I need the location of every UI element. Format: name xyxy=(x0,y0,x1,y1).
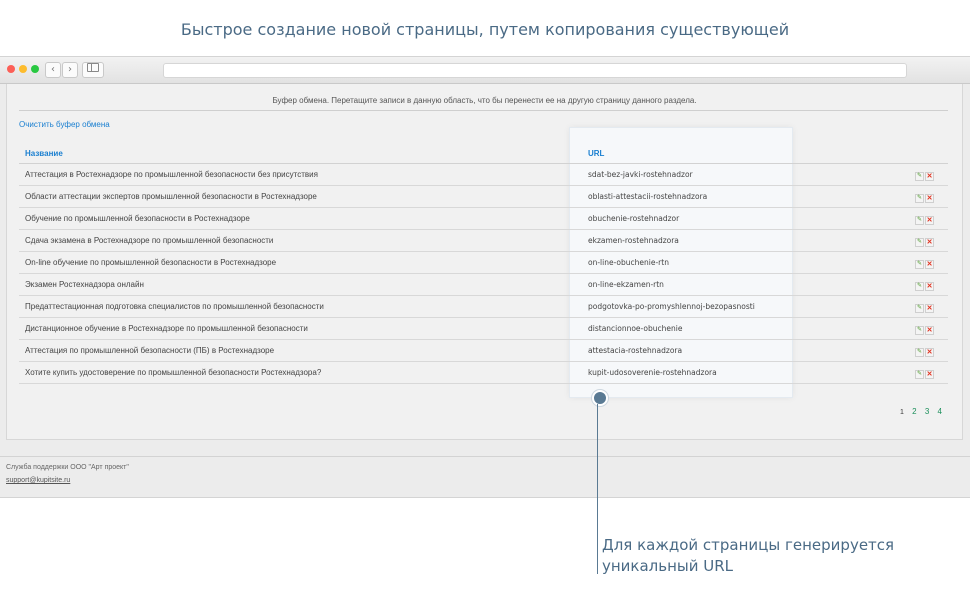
pagination: 1 2 3 4 xyxy=(894,407,942,416)
page-url: on-line-obuchenie-rtn xyxy=(588,258,669,267)
page-url: on-line-ekzamen-rtn xyxy=(588,280,664,289)
browser-window: ‹ › Буфер обмена. Перетащите записи в да… xyxy=(0,56,970,498)
page-link[interactable]: 4 xyxy=(938,407,942,416)
delete-icon[interactable]: ✕ xyxy=(925,194,934,203)
page-name: Хотите купить удостоверение по промышлен… xyxy=(25,368,322,377)
table-row[interactable]: Дистанционное обучение в Ростехнадзоре п… xyxy=(19,318,948,340)
page-name: Экзамен Ростехнадзора онлайн xyxy=(25,280,144,289)
address-bar[interactable] xyxy=(163,63,907,78)
page-url: attestacia-rostehnadzora xyxy=(588,346,683,355)
table-row[interactable]: Обучение по промышленной безопасности в … xyxy=(19,208,948,230)
edit-icon[interactable]: ✎ xyxy=(915,304,924,313)
page-name: Сдача экзамена в Ростехнадзоре по промыш… xyxy=(25,236,274,245)
edit-icon[interactable]: ✎ xyxy=(915,194,924,203)
chevron-right-icon: › xyxy=(68,64,72,75)
delete-icon[interactable]: ✕ xyxy=(925,282,934,291)
edit-icon[interactable]: ✎ xyxy=(915,326,924,335)
page-link[interactable]: 3 xyxy=(925,407,929,416)
column-header-url[interactable]: URL xyxy=(588,149,604,158)
delete-icon[interactable]: ✕ xyxy=(925,260,934,269)
close-window-button[interactable] xyxy=(7,65,15,73)
edit-icon[interactable]: ✎ xyxy=(915,172,924,181)
footer-support-text: Служба поддержки ООО "Арт проект" xyxy=(6,464,129,471)
page-name: Аттестация по промышленной безопасности … xyxy=(25,346,275,355)
delete-icon[interactable]: ✕ xyxy=(925,370,934,379)
clear-clipboard-link[interactable]: Очистить буфер обмена xyxy=(19,120,110,129)
edit-icon[interactable]: ✎ xyxy=(915,238,924,247)
delete-icon[interactable]: ✕ xyxy=(925,304,934,313)
table-row[interactable]: Предаттестационная подготовка специалист… xyxy=(19,296,948,318)
forward-button[interactable]: › xyxy=(62,62,78,78)
chevron-left-icon: ‹ xyxy=(51,64,55,75)
callout-caption: Для каждой страницы генерируется уникаль… xyxy=(602,536,895,575)
callout-marker xyxy=(592,390,608,406)
page-link[interactable]: 2 xyxy=(912,407,916,416)
back-button[interactable]: ‹ xyxy=(45,62,61,78)
footer-divider xyxy=(0,456,970,457)
page-name: Дистанционное обучение в Ростехнадзоре п… xyxy=(25,324,308,333)
page-url: distancionnoe-obuchenie xyxy=(588,324,683,333)
delete-icon[interactable]: ✕ xyxy=(925,216,934,225)
delete-icon[interactable]: ✕ xyxy=(925,238,934,247)
content-panel: Буфер обмена. Перетащите записи в данную… xyxy=(6,84,963,440)
edit-icon[interactable]: ✎ xyxy=(915,216,924,225)
delete-icon[interactable]: ✕ xyxy=(925,348,934,357)
page-url: sdat-bez-javki-rostehnadzor xyxy=(588,170,693,179)
delete-icon[interactable]: ✕ xyxy=(925,326,934,335)
page-url: kupit-udosoverenie-rostehnadzora xyxy=(588,368,717,377)
page-title: Быстрое создание новой страницы, путем к… xyxy=(180,20,790,39)
edit-icon[interactable]: ✎ xyxy=(915,370,924,379)
callout-connector xyxy=(597,404,598,574)
page-url: oblasti-attestacii-rostehnadzora xyxy=(588,192,708,201)
edit-icon[interactable]: ✎ xyxy=(915,348,924,357)
table-row[interactable]: Аттестация по промышленной безопасности … xyxy=(19,340,948,362)
edit-icon[interactable]: ✎ xyxy=(915,260,924,269)
page-link-current: 1 xyxy=(900,409,904,416)
edit-icon[interactable]: ✎ xyxy=(915,282,924,291)
divider xyxy=(19,110,948,111)
page-name: Аттестация в Ростехнадзоре по промышленн… xyxy=(25,170,318,179)
table-row[interactable]: Аттестация в Ростехнадзоре по промышленн… xyxy=(19,164,948,186)
page-name: Обучение по промышленной безопасности в … xyxy=(25,214,250,223)
sidebar-toggle-button[interactable] xyxy=(82,62,104,78)
pages-table: Аттестация в Ростехнадзоре по промышленн… xyxy=(19,164,948,384)
table-row[interactable]: Области аттестации экспертов промышленно… xyxy=(19,186,948,208)
page-name: Области аттестации экспертов промышленно… xyxy=(25,192,317,201)
page-name: Предаттестационная подготовка специалист… xyxy=(25,302,324,311)
delete-icon[interactable]: ✕ xyxy=(925,172,934,181)
browser-toolbar: ‹ › xyxy=(0,57,970,84)
column-header-name[interactable]: Название xyxy=(25,149,63,158)
page-url: podgotovka-po-promyshlennoj-bezopasnosti xyxy=(588,302,755,311)
maximize-window-button[interactable] xyxy=(31,65,39,73)
table-row[interactable]: On-line обучение по промышленной безопас… xyxy=(19,252,948,274)
page-name: On-line обучение по промышленной безопас… xyxy=(25,258,277,267)
page-url: obuchenie-rostehnadzor xyxy=(588,214,680,223)
page-url: ekzamen-rostehnadzora xyxy=(588,236,679,245)
clipboard-drop-area[interactable]: Буфер обмена. Перетащите записи в данную… xyxy=(7,96,962,105)
table-row[interactable]: Хотите купить удостоверение по промышлен… xyxy=(19,362,948,384)
table-row[interactable]: Сдача экзамена в Ростехнадзоре по промыш… xyxy=(19,230,948,252)
minimize-window-button[interactable] xyxy=(19,65,27,73)
support-email-link[interactable]: support@kupitsite.ru xyxy=(6,477,70,484)
table-row[interactable]: Экзамен Ростехнадзора онлайн on-line-ekz… xyxy=(19,274,948,296)
sidebar-icon xyxy=(87,63,99,72)
